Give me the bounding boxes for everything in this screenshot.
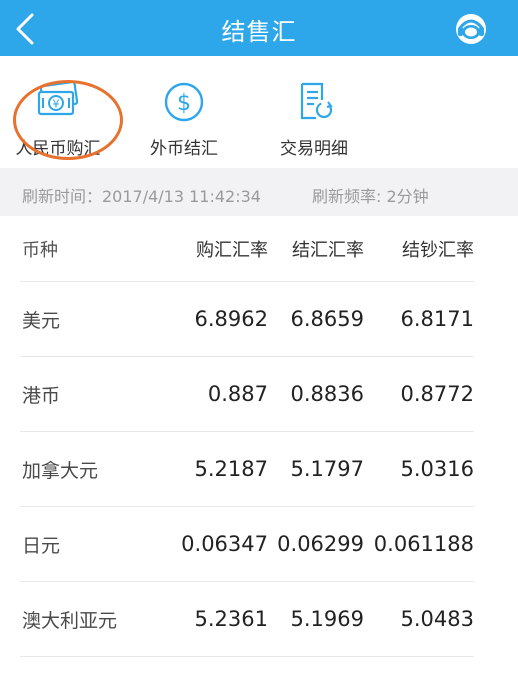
cash-rate: 0.061188: [373, 532, 474, 556]
customer-service-icon: [456, 14, 486, 44]
quick-actions: ¥ 人民币购汇 $ 外币结汇 交易明细: [0, 56, 518, 168]
refresh-time: 刷新时间：2017/4/13 11:42:34: [22, 187, 261, 206]
svg-text:$: $: [177, 91, 191, 116]
refresh-frequency: 刷新频率: 2分钟: [312, 187, 429, 206]
header-settle-rate: 结汇汇率: [292, 239, 364, 261]
rmb-exchange-icon: ¥: [36, 80, 80, 124]
buy-rate: 5.2187: [194, 457, 268, 481]
header-buy-rate: 购汇汇率: [196, 239, 268, 261]
svg-text:¥: ¥: [53, 98, 60, 111]
action-label: 交易明细: [280, 139, 348, 159]
header-currency: 币种: [22, 239, 58, 261]
cash-rate: 6.8171: [400, 307, 474, 331]
cash-rate: 0.8772: [400, 382, 474, 406]
transaction-detail-icon: [292, 80, 336, 124]
currency-name: 加拿大元: [22, 459, 99, 482]
buy-rate: 5.2361: [194, 607, 268, 631]
currency-name: 日元: [22, 534, 61, 557]
buy-rate: 0.06347: [181, 532, 268, 556]
nav-bar: 结售汇: [0, 0, 518, 56]
settle-rate: 5.1969: [290, 607, 364, 631]
currency-name: 澳大利亚元: [22, 609, 118, 632]
buy-rate: 6.8962: [194, 307, 268, 331]
cash-rate: 5.0316: [400, 457, 474, 481]
currency-name: 美元: [22, 309, 61, 332]
table-row[interactable]: 港币 0.887 0.8836 0.8772: [20, 357, 474, 432]
settle-rate: 5.1797: [290, 457, 364, 481]
currency-name: 港币: [22, 384, 61, 407]
fx-settlement-button[interactable]: $ 外币结汇: [124, 80, 244, 159]
table-header: 币种 购汇汇率 结汇汇率 结钞汇率: [20, 216, 474, 282]
customer-service-button[interactable]: [452, 10, 490, 48]
refresh-info-bar: 刷新时间：2017/4/13 11:42:34 刷新频率: 2分钟: [0, 168, 518, 216]
header-cash-rate: 结钞汇率: [402, 239, 474, 261]
action-label: 外币结汇: [150, 139, 218, 159]
settle-rate: 6.8659: [290, 307, 364, 331]
action-label: 人民币购汇: [15, 139, 101, 159]
buy-rate: 0.887: [207, 382, 268, 406]
settle-rate: 0.8836: [290, 382, 364, 406]
table-row[interactable]: 澳大利亚元 5.2361 5.1969 5.0483: [20, 582, 474, 657]
table-row[interactable]: 日元 0.06347 0.06299 0.061188: [20, 507, 474, 582]
settle-rate: 0.06299: [277, 532, 364, 556]
table-row[interactable]: 美元 6.8962 6.8659 6.8171: [20, 282, 474, 357]
fx-settlement-screen: 结售汇 ¥ 人民币购汇 $ 外币结汇 交易明细 刷新时间：2017/4/13 1…: [0, 0, 518, 680]
cash-rate: 5.0483: [400, 607, 474, 631]
table-row[interactable]: 加拿大元 5.2187 5.1797 5.0316: [20, 432, 474, 507]
transaction-detail-button[interactable]: 交易明细: [254, 80, 374, 159]
rmb-purchase-fx-button[interactable]: ¥ 人民币购汇: [0, 80, 118, 159]
dollar-coin-icon: $: [162, 80, 206, 124]
exchange-rate-table: 币种 购汇汇率 结汇汇率 结钞汇率 美元 6.8962 6.8659 6.817…: [0, 216, 518, 657]
page-title: 结售汇: [221, 18, 297, 46]
